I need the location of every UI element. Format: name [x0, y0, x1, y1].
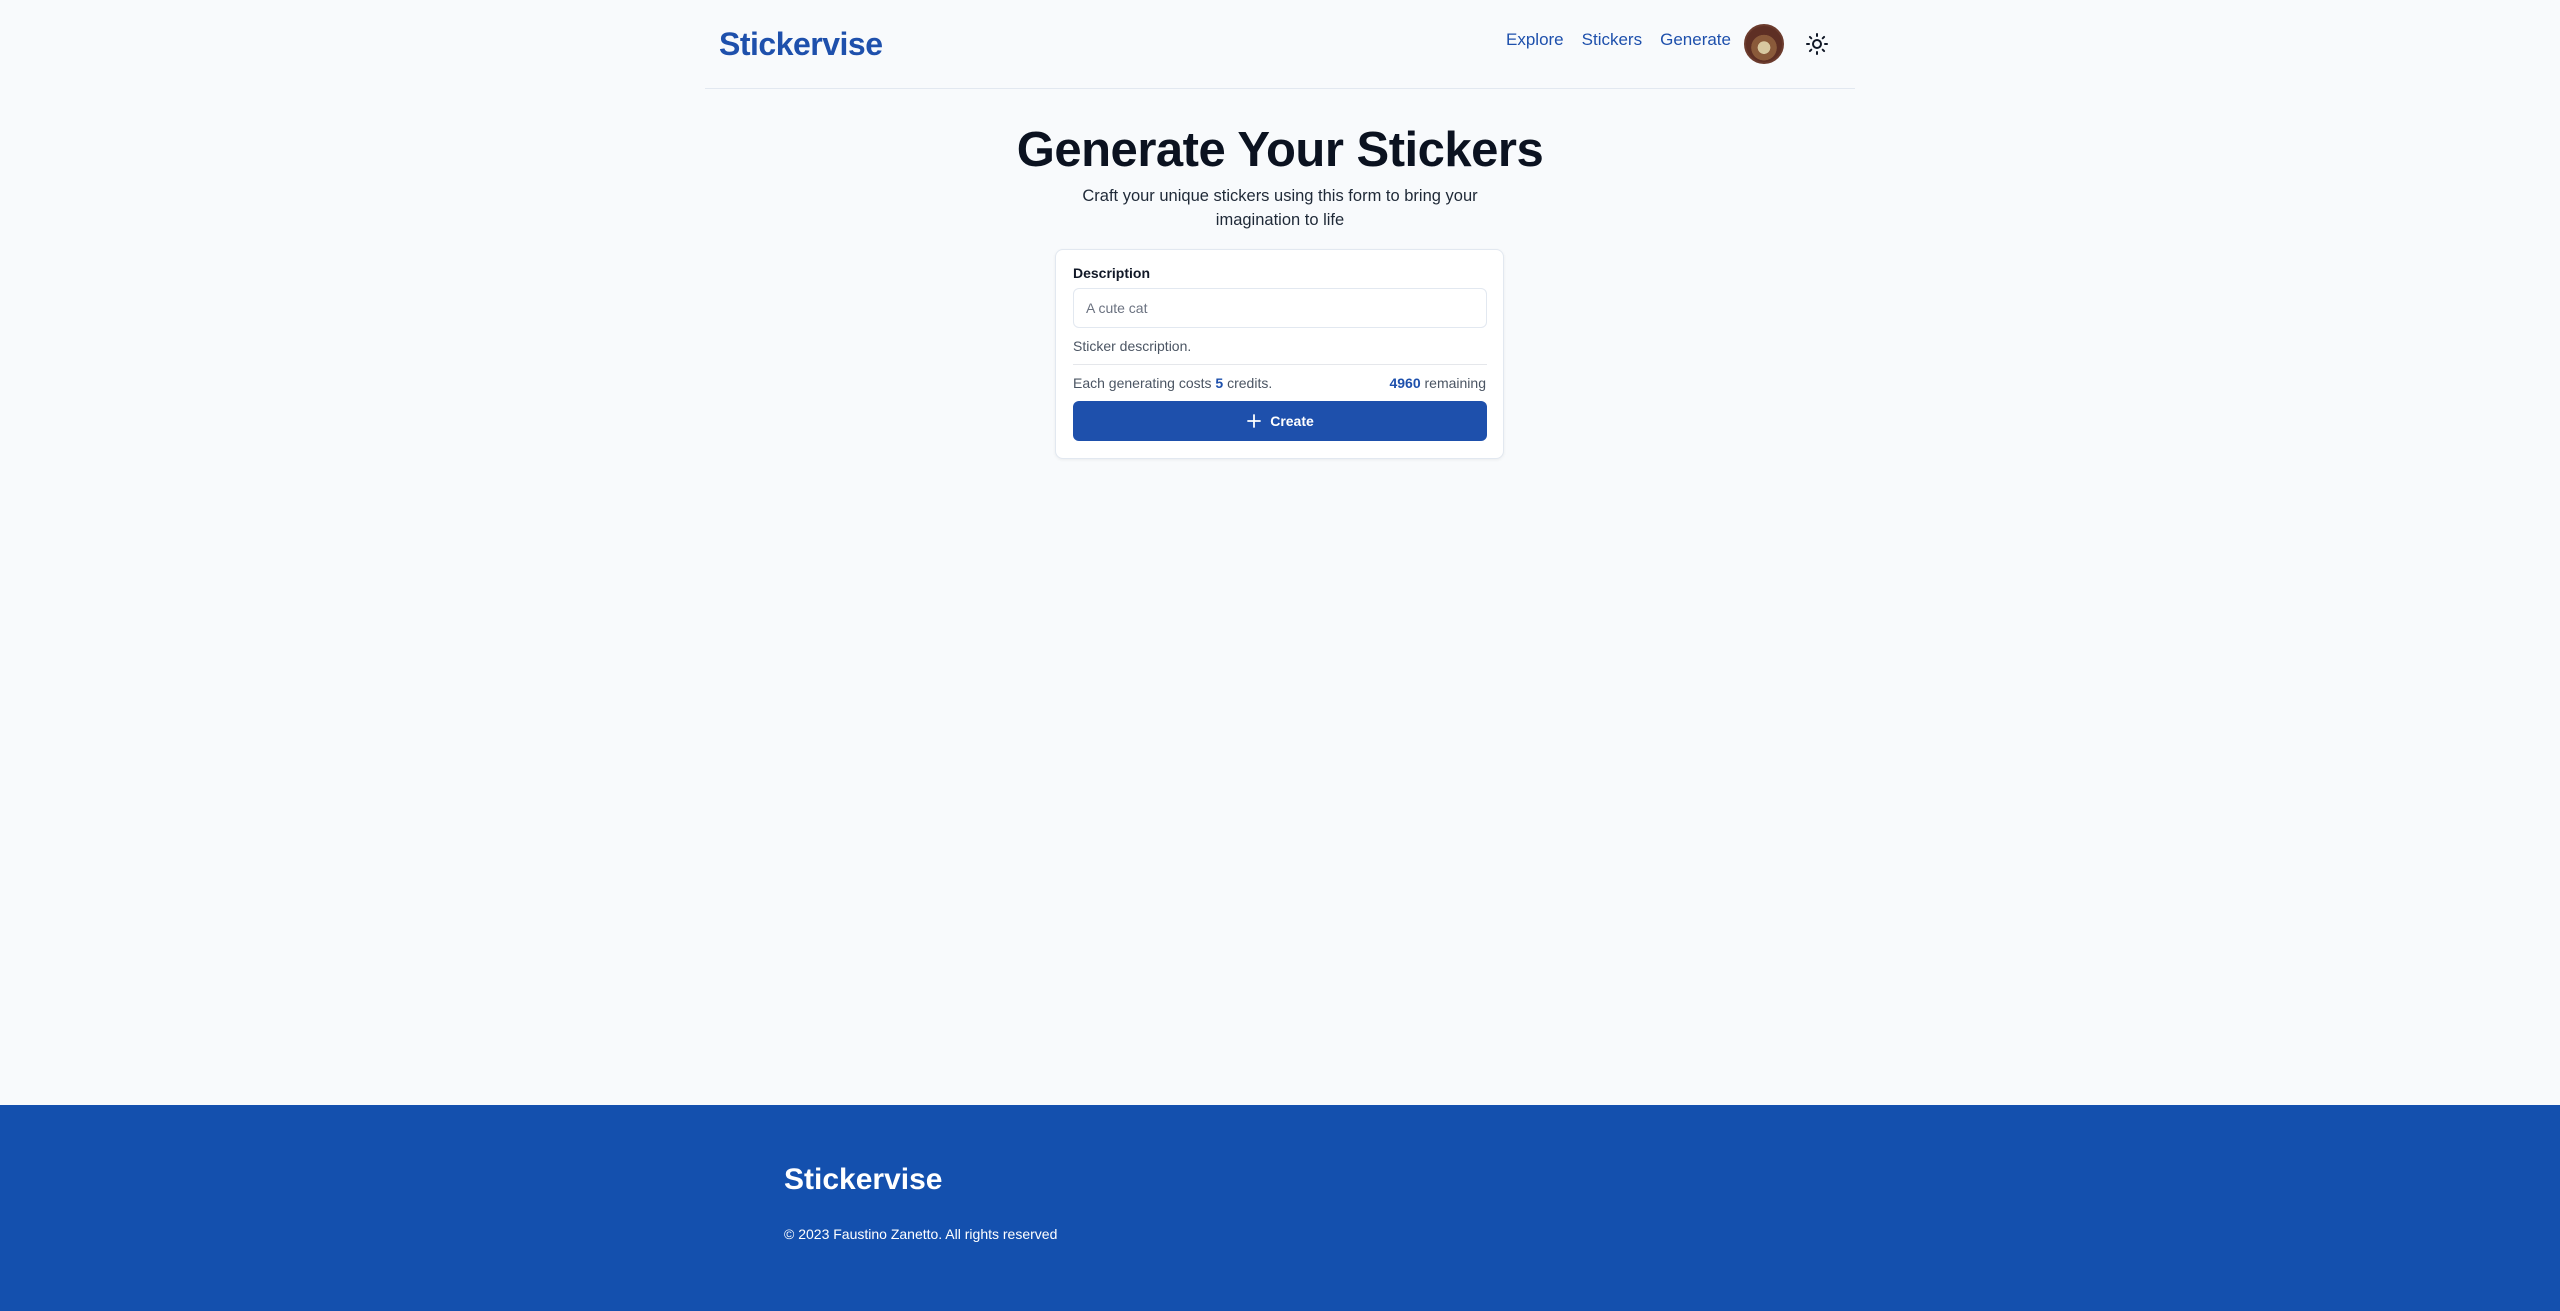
site-header: Stickervise Explore Stickers Generate — [705, 0, 1855, 89]
cost-suffix: credits. — [1227, 375, 1273, 391]
generate-form: Description Sticker description. Each ge… — [1055, 249, 1504, 459]
create-label: Create — [1270, 413, 1314, 429]
site-logo[interactable]: Stickervise — [719, 26, 883, 63]
create-button[interactable]: Create — [1073, 401, 1487, 441]
description-label: Description — [1073, 265, 1151, 281]
description-helper: Sticker description. — [1073, 338, 1192, 354]
site-footer: Stickervise © 2023 Faustino Zanetto. All… — [0, 1105, 2560, 1311]
plus-icon — [1247, 414, 1262, 428]
nav-generate[interactable]: Generate — [1660, 30, 1731, 50]
user-avatar[interactable] — [1744, 24, 1784, 64]
footer-logo: Stickervise — [784, 1163, 943, 1196]
nav-stickers[interactable]: Stickers — [1582, 30, 1642, 50]
page-subtitle: Craft your unique stickers using this fo… — [1082, 187, 1478, 229]
page-title: Generate Your Stickers — [1016, 123, 1544, 177]
credits-remaining: 4960 remaining — [1389, 375, 1486, 391]
remaining-value: 4960 — [1389, 375, 1421, 391]
description-input[interactable] — [1073, 288, 1487, 328]
cost-info: Each generating costs 5 credits. — [1073, 375, 1272, 391]
divider — [1073, 364, 1487, 365]
main-nav: Explore Stickers Generate — [1506, 30, 1731, 50]
cost-value: 5 — [1215, 375, 1224, 391]
sun-icon[interactable] — [1805, 32, 1829, 56]
nav-explore[interactable]: Explore — [1506, 30, 1564, 50]
copyright: © 2023 Faustino Zanetto. All rights rese… — [784, 1226, 1058, 1242]
remaining-suffix: remaining — [1424, 375, 1486, 391]
cost-prefix: Each generating costs — [1073, 375, 1212, 391]
